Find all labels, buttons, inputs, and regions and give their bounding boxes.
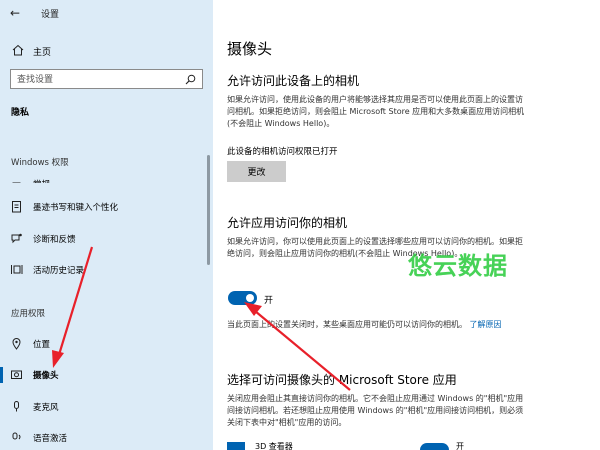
note-text: 当此页面上的设置关闭时，某些桌面应用可能仍可以访问你的相机。 bbox=[227, 320, 467, 329]
device-access-heading: 允许访问此设备上的相机 bbox=[227, 74, 360, 88]
lock-icon bbox=[12, 182, 21, 183]
3d-viewer-app-label: 3D 查看器 bbox=[255, 442, 293, 450]
device-access-status: 此设备的相机访问权限已打开 bbox=[227, 147, 338, 157]
app-permissions-header: 应用权限 bbox=[11, 309, 46, 319]
sidebar-item-general[interactable]: 常规 bbox=[0, 173, 213, 183]
learn-why-link[interactable]: 了解原因 bbox=[470, 320, 502, 329]
store-apps-description: 关闭应用会阻止其直接访问你的相机。它不会阻止应用通过 Windows 的"相机"… bbox=[227, 394, 524, 427]
camera-icon bbox=[11, 370, 22, 379]
watermark-logo: 悠云数据 bbox=[408, 252, 508, 280]
sidebar-item-label: 墨迹书写和键入个性化 bbox=[33, 203, 119, 213]
sidebar-item-voice-activation[interactable]: 语音激活 bbox=[0, 427, 213, 449]
sidebar-item-camera[interactable]: 摄像头 bbox=[0, 364, 213, 386]
page-title: 摄像头 bbox=[227, 40, 273, 58]
sidebar-item-label: 语音激活 bbox=[33, 434, 68, 444]
3d-viewer-toggle[interactable] bbox=[420, 443, 449, 450]
sidebar-item-label: 诊断和反馈 bbox=[33, 235, 76, 245]
app-access-toggle-label: 开 bbox=[264, 296, 274, 306]
sidebar-scrollbar[interactable] bbox=[207, 155, 210, 265]
microphone-icon bbox=[14, 401, 19, 412]
3d-viewer-app-icon bbox=[227, 442, 245, 450]
section-title: 隐私 bbox=[11, 108, 30, 118]
sidebar-item-location[interactable]: 位置 bbox=[0, 333, 213, 355]
voice-icon bbox=[12, 432, 21, 440]
app-access-toggle[interactable] bbox=[228, 291, 257, 305]
main-content: 摄像头 允许访问此设备上的相机 如果允许访问，使用此设备的用户将能够选择其应用是… bbox=[213, 0, 600, 450]
home-nav-item[interactable]: 主页 bbox=[0, 40, 213, 62]
sidebar-item-diagnostics[interactable]: 诊断和反馈 bbox=[0, 228, 213, 250]
sidebar-item-microphone[interactable]: 麦克风 bbox=[0, 396, 213, 418]
sidebar-item-label: 位置 bbox=[33, 340, 51, 350]
sidebar-item-label: 活动历史记录 bbox=[33, 266, 85, 276]
sidebar: ← 设置 主页 隐私 Windows 权限 常规 墨迹书写和键入个性化 诊断和反 bbox=[0, 0, 213, 450]
toggle-knob bbox=[246, 294, 254, 302]
search-input[interactable] bbox=[17, 73, 177, 86]
app-access-note: 当此页面上的设置关闭时，某些桌面应用可能仍可以访问你的相机。 了解原因 bbox=[227, 319, 527, 331]
location-pin-icon bbox=[12, 338, 21, 350]
app-access-heading: 允许应用访问你的相机 bbox=[227, 216, 348, 230]
sidebar-item-activity-history[interactable]: 活动历史记录 bbox=[0, 259, 213, 281]
sidebar-item-label: 摄像头 bbox=[33, 371, 59, 381]
clipboard-icon bbox=[12, 201, 21, 213]
search-icon[interactable] bbox=[185, 74, 196, 85]
3d-viewer-toggle-label: 开 bbox=[456, 442, 464, 450]
sidebar-item-label: 麦克风 bbox=[33, 403, 59, 413]
home-label: 主页 bbox=[33, 48, 52, 58]
store-apps-heading: 选择可访问摄像头的 Microsoft Store 应用 bbox=[227, 373, 457, 387]
feedback-icon bbox=[11, 233, 22, 244]
change-button[interactable]: 更改 bbox=[227, 161, 286, 182]
window-title: 设置 bbox=[41, 10, 60, 20]
search-box[interactable] bbox=[10, 69, 203, 89]
device-access-description: 如果允许访问，使用此设备的用户将能够选择其应用是否可以使用此页面上的设置访问相机… bbox=[227, 95, 525, 128]
title-bar: ← 设置 bbox=[0, 0, 213, 26]
back-arrow-icon[interactable]: ← bbox=[10, 5, 26, 21]
sidebar-item-inking[interactable]: 墨迹书写和键入个性化 bbox=[0, 196, 213, 218]
home-icon bbox=[12, 44, 24, 56]
sidebar-item-label: 常规 bbox=[33, 178, 50, 183]
windows-permissions-header: Windows 权限 bbox=[11, 158, 69, 168]
timeline-icon bbox=[11, 265, 23, 274]
